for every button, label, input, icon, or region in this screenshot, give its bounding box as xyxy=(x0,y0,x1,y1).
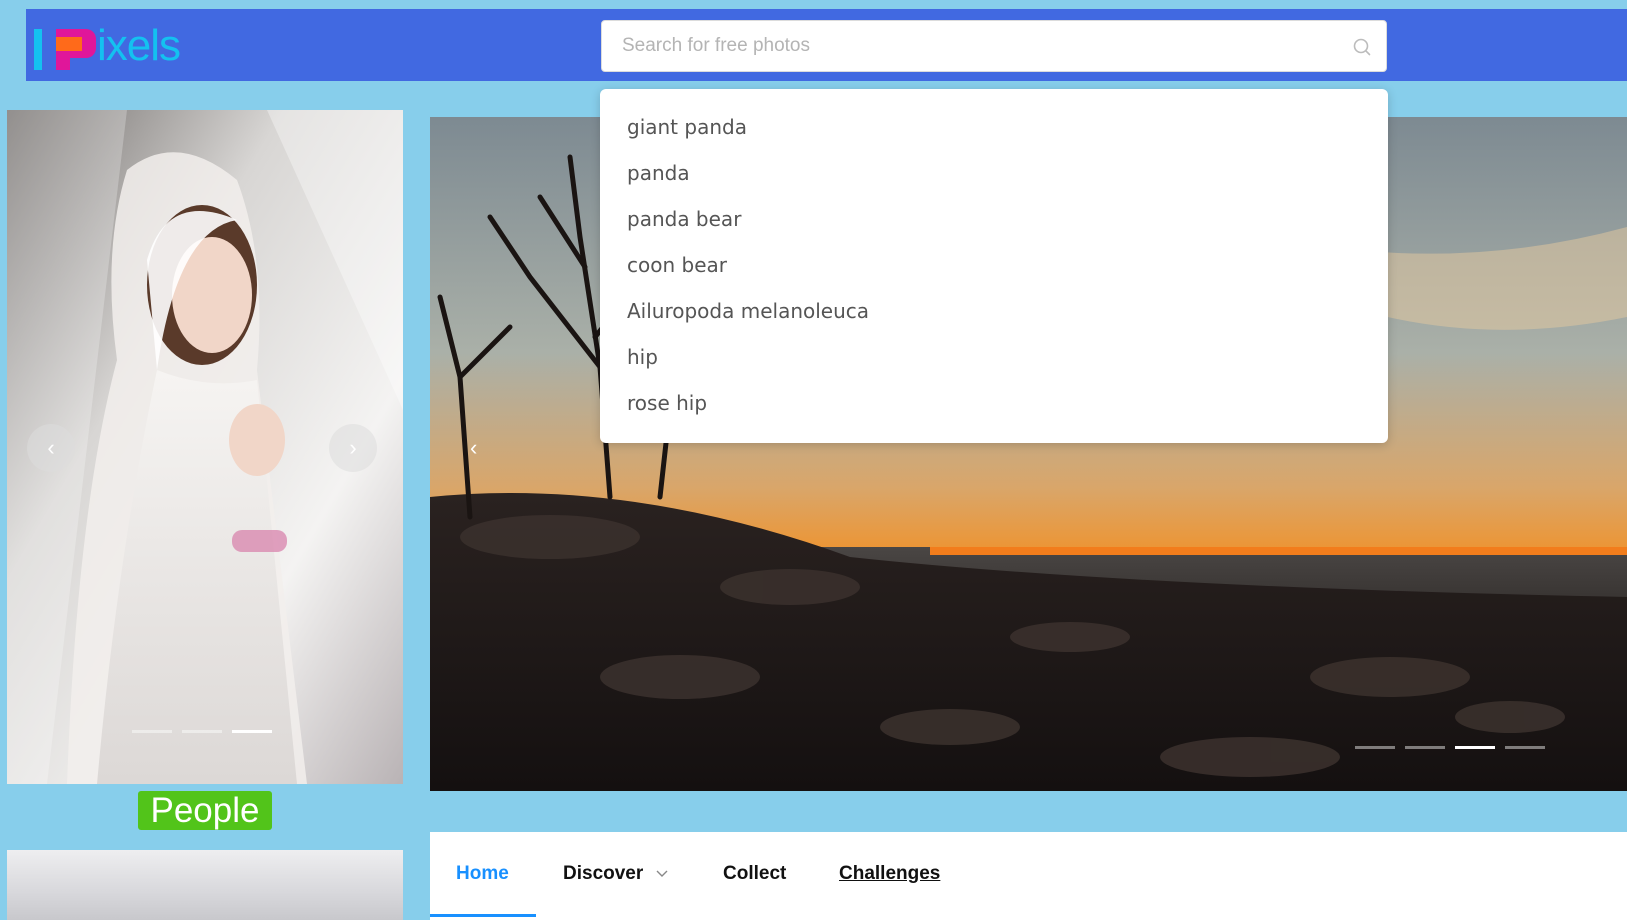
search-input[interactable] xyxy=(602,21,1332,71)
logo-bar xyxy=(34,29,42,70)
carousel-dot-active[interactable] xyxy=(232,730,272,733)
suggestion-item[interactable]: hip xyxy=(600,334,1388,380)
nav-collect[interactable]: Collect xyxy=(723,832,786,916)
carousel-dot[interactable] xyxy=(1505,746,1545,749)
suggestion-item[interactable]: panda bear xyxy=(600,196,1388,242)
nav-discover[interactable]: Discover xyxy=(563,832,669,916)
carousel-dots xyxy=(132,730,272,733)
carousel-next-button[interactable]: › xyxy=(329,424,377,472)
search-suggestions-dropdown: giant panda panda panda bear coon bear A… xyxy=(600,89,1388,443)
nav-challenges[interactable]: Challenges xyxy=(839,832,940,916)
logo[interactable]: ixels xyxy=(30,19,200,70)
chevron-left-icon: ‹ xyxy=(47,435,55,460)
hero-prev-button[interactable]: ‹ xyxy=(470,435,477,461)
logo-text: ixels xyxy=(97,21,181,70)
carousel-dot[interactable] xyxy=(1355,746,1395,749)
nav-active-indicator xyxy=(430,914,536,917)
suggestion-item[interactable]: rose hip xyxy=(600,380,1388,426)
category-label-people[interactable]: People xyxy=(138,791,272,830)
main-nav: Home Discover Collect Challenges xyxy=(430,832,1627,920)
search-icon[interactable] xyxy=(1352,37,1372,57)
carousel-dot[interactable] xyxy=(182,730,222,733)
logo-p-accent xyxy=(56,37,82,51)
chevron-down-icon xyxy=(656,870,668,877)
chevron-right-icon: › xyxy=(349,435,357,460)
next-category-card[interactable] xyxy=(7,850,403,920)
suggestion-list: giant panda panda panda bear coon bear A… xyxy=(600,89,1388,426)
carousel-dot[interactable] xyxy=(132,730,172,733)
carousel-prev-button[interactable]: ‹ xyxy=(27,424,75,472)
suggestion-item[interactable]: panda xyxy=(600,150,1388,196)
search-box[interactable] xyxy=(601,20,1387,72)
carousel-dot[interactable] xyxy=(1405,746,1445,749)
hero-carousel-dots xyxy=(1355,746,1545,749)
nav-discover-label: Discover xyxy=(563,863,644,884)
suggestion-item[interactable]: giant panda xyxy=(600,104,1388,150)
suggestion-item[interactable]: coon bear xyxy=(600,242,1388,288)
chevron-left-icon: ‹ xyxy=(470,435,478,460)
people-carousel: ‹ › xyxy=(7,110,403,784)
suggestion-item[interactable]: Ailuropoda melanoleuca xyxy=(600,288,1388,334)
carousel-dot-active[interactable] xyxy=(1455,746,1495,749)
nav-home[interactable]: Home xyxy=(456,832,509,916)
